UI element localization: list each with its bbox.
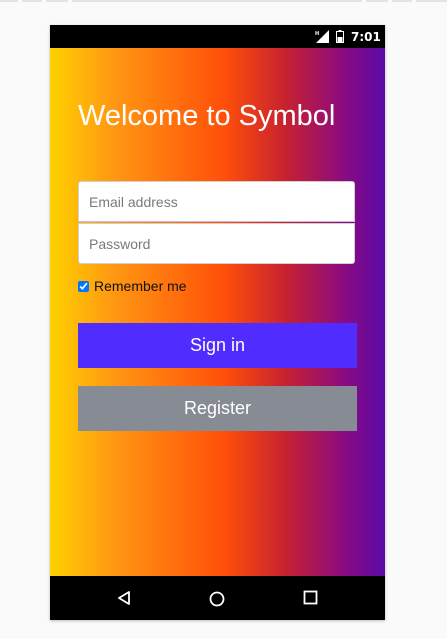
battery-icon (336, 30, 344, 43)
home-icon[interactable] (208, 590, 226, 608)
page-title: Welcome to Symbol (78, 100, 336, 132)
signal-icon: H (315, 30, 329, 43)
status-time: 7:01 (351, 30, 381, 44)
register-button[interactable]: Register (78, 386, 357, 431)
recents-icon[interactable] (303, 590, 318, 605)
remember-me-checkbox[interactable] (78, 280, 89, 292)
svg-text:H: H (315, 31, 319, 37)
login-screen: Welcome to Symbol Remember me Sign in Re… (50, 48, 385, 576)
password-field[interactable] (78, 223, 355, 264)
back-icon[interactable] (116, 590, 132, 606)
browser-tab-strip (0, 0, 447, 3)
phone-frame: H 7:01 Welcome to Symbol Remember me Sig… (50, 25, 385, 620)
remember-me[interactable]: Remember me (78, 278, 187, 294)
status-bar: H 7:01 (50, 25, 385, 48)
sign-in-button[interactable]: Sign in (78, 323, 357, 368)
email-field[interactable] (78, 181, 355, 222)
navigation-bar (50, 576, 385, 620)
remember-me-label: Remember me (94, 278, 187, 294)
